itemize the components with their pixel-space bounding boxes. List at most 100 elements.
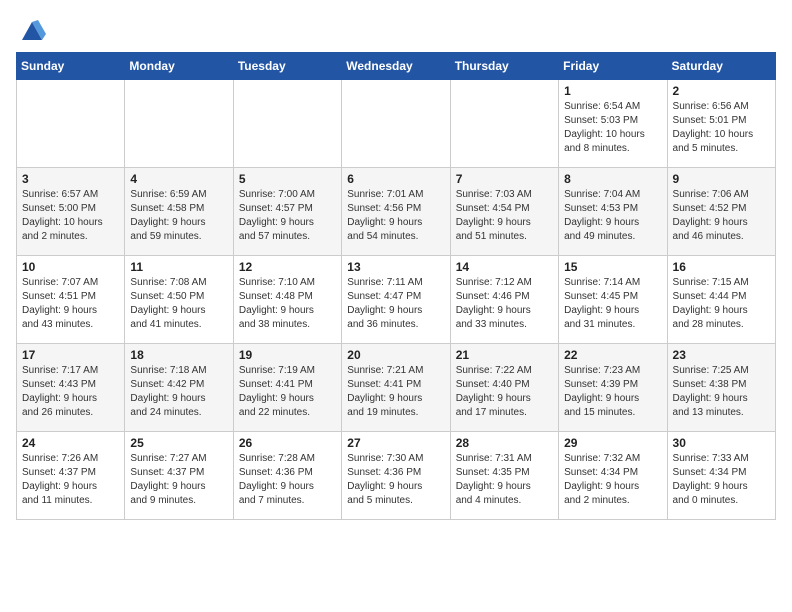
day-info: Sunrise: 7:17 AMSunset: 4:43 PMDaylight:… [22,364,119,420]
day-cell: 25 Sunrise: 7:27 AMSunset: 4:37 PMDayligh… [125,432,233,520]
day-number: 28 [456,436,553,450]
day-info: Sunrise: 7:28 AMSunset: 4:36 PMDaylight:… [239,452,336,508]
day-number: 27 [347,436,444,450]
day-info: Sunrise: 7:10 AMSunset: 4:48 PMDaylight:… [239,276,336,332]
day-info: Sunrise: 7:08 AMSunset: 4:50 PMDaylight:… [130,276,227,332]
day-number: 17 [22,348,119,362]
day-cell: 15 Sunrise: 7:14 AMSunset: 4:45 PMDayligh… [559,256,667,344]
day-cell: 13 Sunrise: 7:11 AMSunset: 4:47 PMDayligh… [342,256,450,344]
day-info: Sunrise: 7:18 AMSunset: 4:42 PMDaylight:… [130,364,227,420]
weekday-header-row: SundayMondayTuesdayWednesdayThursdayFrid… [17,53,776,80]
day-cell: 12 Sunrise: 7:10 AMSunset: 4:48 PMDayligh… [233,256,341,344]
day-cell: 7 Sunrise: 7:03 AMSunset: 4:54 PMDaylight… [450,168,558,256]
day-cell: 23 Sunrise: 7:25 AMSunset: 4:38 PMDayligh… [667,344,775,432]
day-info: Sunrise: 6:54 AMSunset: 5:03 PMDaylight:… [564,100,661,156]
day-number: 13 [347,260,444,274]
day-cell: 18Sunrise: 7:18 AMSunset: 4:42 PMDayligh… [125,344,233,432]
day-info: Sunrise: 7:14 AMSunset: 4:45 PMDaylight:… [564,276,661,332]
day-cell: 14 Sunrise: 7:12 AMSunset: 4:46 PMDayligh… [450,256,558,344]
day-number: 9 [673,172,770,186]
week-row-5: 24 Sunrise: 7:26 AMSunset: 4:37 PMDayligh… [17,432,776,520]
day-cell: 11Sunrise: 7:08 AMSunset: 4:50 PMDayligh… [125,256,233,344]
day-cell [342,80,450,168]
day-number: 8 [564,172,661,186]
day-cell: 16Sunrise: 7:15 AMSunset: 4:44 PMDayligh… [667,256,775,344]
day-info: Sunrise: 7:27 AMSunset: 4:37 PMDaylight:… [130,452,227,508]
day-info: Sunrise: 6:57 AMSunset: 5:00 PMDaylight:… [22,188,119,244]
day-number: 23 [673,348,770,362]
day-cell: 2 Sunrise: 6:56 AMSunset: 5:01 PMDaylight… [667,80,775,168]
day-number: 25 [130,436,227,450]
day-info: Sunrise: 6:59 AMSunset: 4:58 PMDaylight:… [130,188,227,244]
week-row-4: 17 Sunrise: 7:17 AMSunset: 4:43 PMDayligh… [17,344,776,432]
day-number: 26 [239,436,336,450]
weekday-header-friday: Friday [559,53,667,80]
day-cell [17,80,125,168]
day-number: 14 [456,260,553,274]
day-info: Sunrise: 7:21 AMSunset: 4:41 PMDaylight:… [347,364,444,420]
day-info: Sunrise: 7:07 AMSunset: 4:51 PMDaylight:… [22,276,119,332]
day-info: Sunrise: 6:56 AMSunset: 5:01 PMDaylight:… [673,100,770,156]
day-info: Sunrise: 7:00 AMSunset: 4:57 PMDaylight:… [239,188,336,244]
logo [16,16,46,44]
day-cell: 29 Sunrise: 7:32 AMSunset: 4:34 PMDayligh… [559,432,667,520]
day-cell: 28 Sunrise: 7:31 AMSunset: 4:35 PMDayligh… [450,432,558,520]
day-info: Sunrise: 7:25 AMSunset: 4:38 PMDaylight:… [673,364,770,420]
calendar-table: SundayMondayTuesdayWednesdayThursdayFrid… [16,52,776,520]
day-number: 20 [347,348,444,362]
weekday-header-sunday: Sunday [17,53,125,80]
day-info: Sunrise: 7:11 AMSunset: 4:47 PMDaylight:… [347,276,444,332]
day-cell: 1 Sunrise: 6:54 AMSunset: 5:03 PMDaylight… [559,80,667,168]
day-number: 4 [130,172,227,186]
page-header [16,16,776,44]
weekday-header-saturday: Saturday [667,53,775,80]
day-info: Sunrise: 7:26 AMSunset: 4:37 PMDaylight:… [22,452,119,508]
day-number: 5 [239,172,336,186]
weekday-header-tuesday: Tuesday [233,53,341,80]
day-cell: 19 Sunrise: 7:19 AMSunset: 4:41 PMDayligh… [233,344,341,432]
day-cell: 3 Sunrise: 6:57 AMSunset: 5:00 PMDaylight… [17,168,125,256]
day-info: Sunrise: 7:19 AMSunset: 4:41 PMDaylight:… [239,364,336,420]
day-number: 29 [564,436,661,450]
day-info: Sunrise: 7:03 AMSunset: 4:54 PMDaylight:… [456,188,553,244]
day-info: Sunrise: 7:31 AMSunset: 4:35 PMDaylight:… [456,452,553,508]
day-info: Sunrise: 7:23 AMSunset: 4:39 PMDaylight:… [564,364,661,420]
day-info: Sunrise: 7:12 AMSunset: 4:46 PMDaylight:… [456,276,553,332]
day-number: 12 [239,260,336,274]
day-number: 15 [564,260,661,274]
day-cell: 26 Sunrise: 7:28 AMSunset: 4:36 PMDayligh… [233,432,341,520]
day-info: Sunrise: 7:33 AMSunset: 4:34 PMDaylight:… [673,452,770,508]
day-cell: 8 Sunrise: 7:04 AMSunset: 4:53 PMDaylight… [559,168,667,256]
day-info: Sunrise: 7:04 AMSunset: 4:53 PMDaylight:… [564,188,661,244]
day-number: 24 [22,436,119,450]
day-cell: 21Sunrise: 7:22 AMSunset: 4:40 PMDayligh… [450,344,558,432]
day-cell: 10Sunrise: 7:07 AMSunset: 4:51 PMDayligh… [17,256,125,344]
day-cell [233,80,341,168]
day-number: 7 [456,172,553,186]
day-cell: 9 Sunrise: 7:06 AMSunset: 4:52 PMDaylight… [667,168,775,256]
weekday-header-monday: Monday [125,53,233,80]
weekday-header-wednesday: Wednesday [342,53,450,80]
day-cell: 30 Sunrise: 7:33 AMSunset: 4:34 PMDayligh… [667,432,775,520]
day-cell: 22 Sunrise: 7:23 AMSunset: 4:39 PMDayligh… [559,344,667,432]
day-info: Sunrise: 7:30 AMSunset: 4:36 PMDaylight:… [347,452,444,508]
day-cell: 24 Sunrise: 7:26 AMSunset: 4:37 PMDayligh… [17,432,125,520]
week-row-2: 3 Sunrise: 6:57 AMSunset: 5:00 PMDaylight… [17,168,776,256]
day-cell [125,80,233,168]
day-number: 1 [564,84,661,98]
day-number: 19 [239,348,336,362]
week-row-1: 1 Sunrise: 6:54 AMSunset: 5:03 PMDaylight… [17,80,776,168]
day-number: 21 [456,348,553,362]
day-info: Sunrise: 7:06 AMSunset: 4:52 PMDaylight:… [673,188,770,244]
day-number: 30 [673,436,770,450]
weekday-header-thursday: Thursday [450,53,558,80]
day-number: 3 [22,172,119,186]
week-row-3: 10Sunrise: 7:07 AMSunset: 4:51 PMDayligh… [17,256,776,344]
day-info: Sunrise: 7:32 AMSunset: 4:34 PMDaylight:… [564,452,661,508]
day-number: 2 [673,84,770,98]
day-cell: 5 Sunrise: 7:00 AMSunset: 4:57 PMDaylight… [233,168,341,256]
day-cell: 17 Sunrise: 7:17 AMSunset: 4:43 PMDayligh… [17,344,125,432]
day-cell [450,80,558,168]
day-number: 22 [564,348,661,362]
day-cell: 27 Sunrise: 7:30 AMSunset: 4:36 PMDayligh… [342,432,450,520]
